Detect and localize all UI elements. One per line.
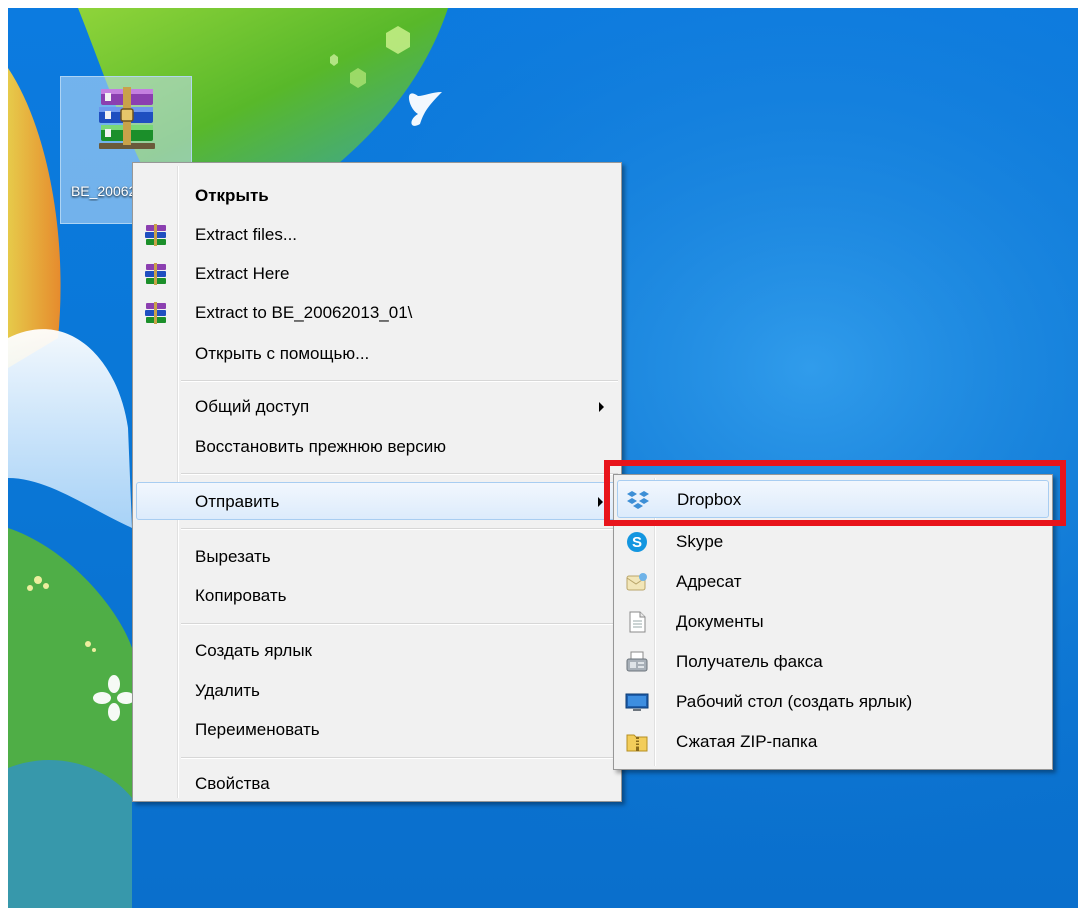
menu-item-send-to[interactable]: Отправить	[136, 482, 618, 520]
zip-folder-icon	[626, 734, 648, 752]
menu-item-label: Открыть с помощью...	[195, 344, 370, 363]
menu-item-label: Получатель факса	[676, 652, 823, 671]
menu-item-open-with[interactable]: Открыть с помощью...	[136, 335, 618, 373]
menu-item-extract-here[interactable]: Extract Here	[136, 255, 618, 293]
dropbox-icon	[627, 491, 649, 509]
send-to-skype[interactable]: S Skype	[617, 523, 1049, 561]
menu-item-share[interactable]: Общий доступ	[136, 388, 618, 426]
svg-text:S: S	[632, 534, 642, 551]
menu-item-cut[interactable]: Вырезать	[136, 538, 618, 576]
menu-item-restore-previous-version[interactable]: Восстановить прежнюю версию	[136, 428, 618, 466]
send-to-desktop-shortcut[interactable]: Рабочий стол (создать ярлык)	[617, 683, 1049, 721]
skype-icon: S	[627, 532, 647, 552]
submenu-arrow-icon	[599, 402, 604, 412]
menu-item-properties[interactable]: Свойства	[136, 765, 618, 803]
desktop-shortcut-icon	[625, 693, 649, 711]
menu-item-label: Dropbox	[677, 490, 742, 509]
menu-item-label: Создать ярлык	[195, 641, 312, 660]
menu-item-label: Свойства	[195, 774, 270, 793]
menu-item-label: Восстановить прежнюю версию	[195, 437, 446, 456]
menu-item-label: Адресат	[676, 572, 742, 591]
menu-item-label: Extract files...	[195, 225, 298, 244]
menu-item-extract-to[interactable]: Extract to BE_20062013_01\	[136, 294, 618, 332]
menu-item-rename[interactable]: Переименовать	[136, 711, 618, 749]
mail-recipient-icon	[626, 573, 647, 591]
winrar-icon	[145, 224, 166, 246]
menu-item-label: Документы	[676, 612, 764, 631]
menu-item-label: Extract Here	[195, 264, 290, 283]
winrar-icon	[145, 302, 166, 324]
menu-item-label: Extract to BE_20062013_01\	[195, 303, 413, 322]
send-to-zip-folder[interactable]: Сжатая ZIP-папка	[617, 723, 1049, 761]
menu-separator	[181, 473, 618, 475]
winrar-archive-icon	[99, 87, 155, 149]
menu-item-label: Вырезать	[195, 547, 271, 566]
send-to-mail-recipient[interactable]: Адресат	[617, 563, 1049, 601]
menu-item-copy[interactable]: Копировать	[136, 577, 618, 615]
menu-item-delete[interactable]: Удалить	[136, 672, 618, 710]
menu-separator	[181, 757, 618, 759]
submenu-arrow-icon	[598, 497, 603, 507]
context-menu: Открыть Extract files... Extract Here Ex…	[132, 162, 622, 802]
menu-item-label: Удалить	[195, 681, 260, 700]
send-to-dropbox[interactable]: Dropbox	[617, 480, 1049, 518]
desktop: BE_20062013_01 Открыть Extract files...	[8, 8, 1078, 908]
menu-item-open[interactable]: Открыть	[136, 177, 618, 215]
menu-separator	[181, 380, 618, 382]
fax-icon	[626, 651, 648, 672]
menu-item-label: Skype	[676, 532, 724, 551]
send-to-fax-recipient[interactable]: Получатель факса	[617, 643, 1049, 681]
send-to-submenu: Dropbox S Skype Адресат Документы Получа…	[613, 474, 1053, 770]
winrar-icon	[145, 263, 166, 285]
menu-item-label: Отправить	[195, 492, 280, 511]
menu-item-label: Переименовать	[195, 720, 320, 739]
menu-item-label: Сжатая ZIP-папка	[676, 732, 818, 751]
menu-separator	[181, 528, 618, 530]
menu-item-label: Копировать	[195, 586, 287, 605]
menu-item-label: Общий доступ	[195, 397, 310, 416]
send-to-documents[interactable]: Документы	[617, 603, 1049, 641]
menu-item-extract-files[interactable]: Extract files...	[136, 216, 618, 254]
documents-icon	[629, 611, 646, 633]
menu-item-create-shortcut[interactable]: Создать ярлык	[136, 632, 618, 670]
menu-item-label: Открыть	[195, 186, 269, 205]
menu-item-label: Рабочий стол (создать ярлык)	[676, 692, 913, 711]
menu-separator	[181, 623, 618, 625]
